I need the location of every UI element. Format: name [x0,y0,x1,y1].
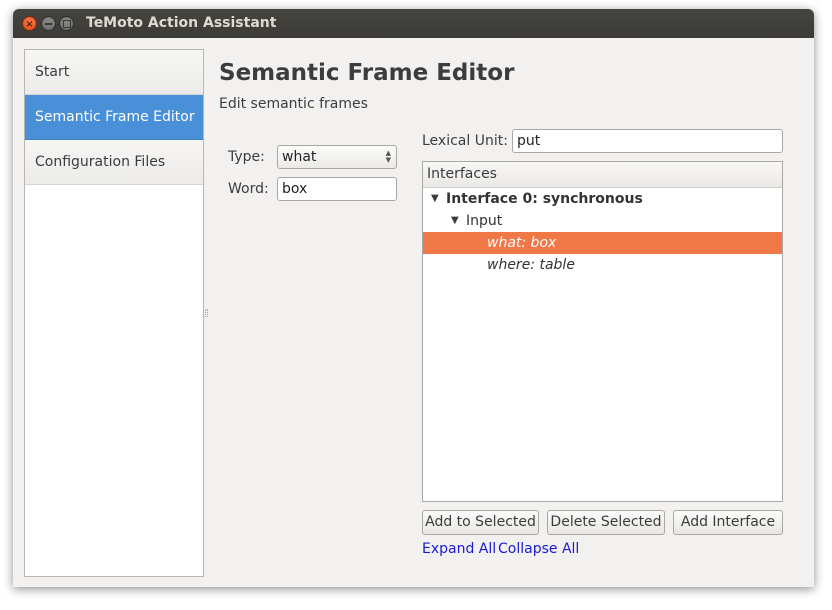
type-select-value: what [282,149,317,165]
tree-header: Interfaces [423,162,782,188]
type-label: Type: [228,149,265,165]
maximize-icon[interactable] [59,16,74,31]
tree-item-label: where: table [487,257,575,273]
type-select[interactable]: what ▲ ▼ [277,145,397,169]
page-subtitle: Edit semantic frames [219,96,368,112]
input-label: Input [466,213,503,229]
minimize-icon[interactable] [41,16,56,31]
tree-item-label: what: box [487,235,557,251]
add-interface-button[interactable]: Add Interface [673,510,783,535]
tree-row-input[interactable]: ▼ Input [423,210,782,232]
splitter-handle[interactable] [205,309,208,317]
add-to-selected-button[interactable]: Add to Selected [422,510,539,535]
lexical-unit-input[interactable]: put [512,129,783,153]
word-input[interactable]: box [277,177,397,201]
tree-row-what[interactable]: what: box [423,232,782,254]
tree-row-interface[interactable]: ▼ Interface 0: synchronous [423,188,782,210]
title-bar: × TeMoto Action Assistant [13,9,814,38]
tree-row-where[interactable]: where: table [423,254,782,276]
app-window: × TeMoto Action Assistant Start Semantic… [13,9,814,587]
sidebar: Start Semantic Frame Editor Configuratio… [24,49,204,577]
word-label: Word: [228,181,269,197]
delete-selected-button[interactable]: Delete Selected [547,510,665,535]
page-title: Semantic Frame Editor [219,60,515,86]
sidebar-item-semantic-frame-editor[interactable]: Semantic Frame Editor [25,95,203,140]
expand-arrow-icon[interactable]: ▼ [451,210,459,232]
expand-all-link[interactable]: Expand All [422,541,496,557]
lexical-unit-label: Lexical Unit: [422,133,508,149]
close-icon[interactable]: × [22,16,37,31]
sidebar-item-configuration-files[interactable]: Configuration Files [25,140,203,185]
sidebar-item-start[interactable]: Start [25,50,203,95]
interfaces-tree[interactable]: Interfaces ▼ Interface 0: synchronous ▼ … [422,161,783,502]
window-title: TeMoto Action Assistant [86,15,277,31]
expand-arrow-icon[interactable]: ▼ [431,188,439,210]
collapse-all-link[interactable]: Collapse All [498,541,579,557]
spin-arrows-icon: ▲ ▼ [385,149,391,164]
interface-label: Interface 0: synchronous [446,191,643,207]
